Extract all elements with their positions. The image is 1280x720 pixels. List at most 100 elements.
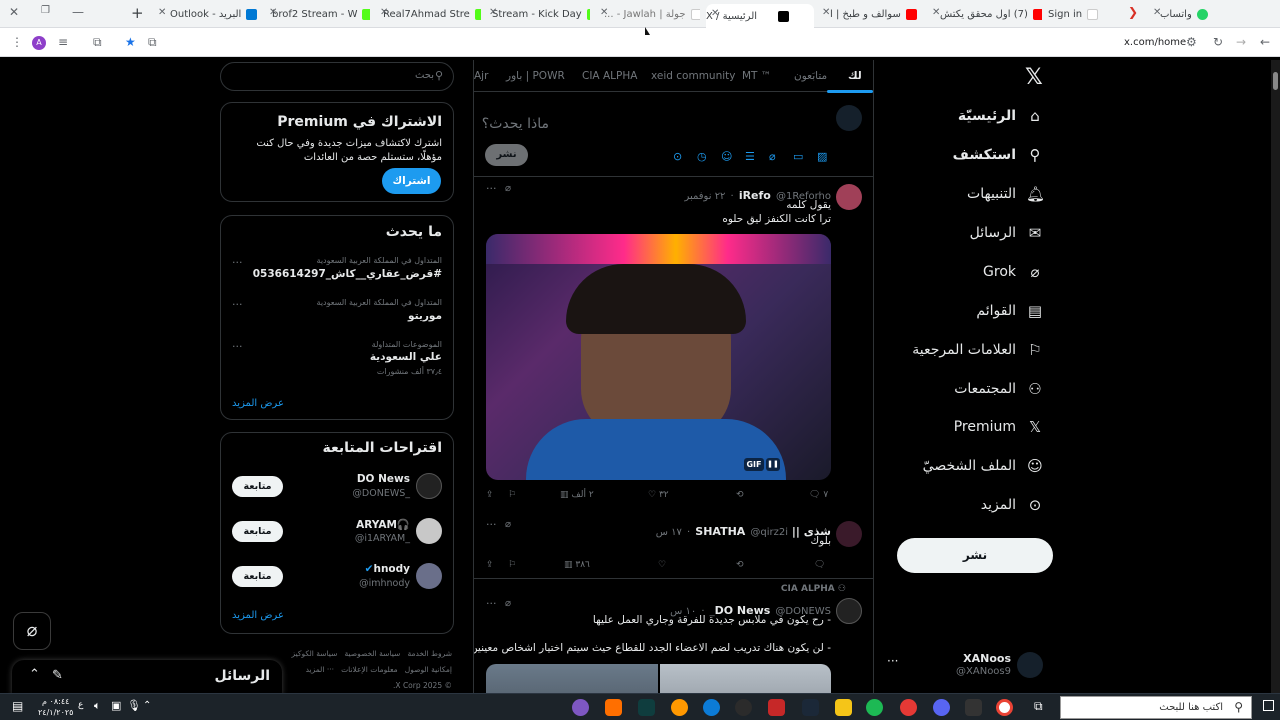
nav-explore[interactable]: استكشف ⚲ xyxy=(953,140,1044,170)
trend-topic[interactable]: موريتو xyxy=(408,310,442,322)
tab-xeid-community[interactable]: xeid community xyxy=(651,70,735,82)
tab-scroll-icon[interactable]: ❯ xyxy=(1128,5,1138,19)
footer-link[interactable]: سياسة الخصوصية xyxy=(345,649,401,658)
account-switcher[interactable]: ··· XANoos @XANoos9 xyxy=(887,650,1047,680)
edge-icon[interactable] xyxy=(703,699,720,716)
close-tab-icon[interactable]: ✕ xyxy=(269,7,277,18)
trend-more-icon[interactable]: ··· xyxy=(232,340,243,353)
install-app-icon[interactable]: ⧉ xyxy=(148,35,157,50)
repost-icon[interactable]: ⟲ xyxy=(736,560,744,570)
tweet-gif-media[interactable]: GIF ❚❚ xyxy=(486,234,831,480)
suggestion-name[interactable]: ARYAM🎧 xyxy=(356,518,410,531)
scrollbar-thumb[interactable] xyxy=(1273,72,1278,90)
suggestion-name[interactable]: DO News xyxy=(357,473,410,485)
follow-button[interactable]: متابعة xyxy=(232,476,283,497)
tab-sign-in[interactable]: Sign in xyxy=(1048,4,1116,24)
discord-icon[interactable] xyxy=(933,699,950,716)
extensions-icon[interactable]: ⧉ xyxy=(93,35,102,50)
app-icon[interactable] xyxy=(900,699,917,716)
tweet-avatar[interactable] xyxy=(836,521,862,547)
bookmark-action-icon[interactable]: ⚐ xyxy=(508,560,516,570)
close-tab-icon[interactable]: ✕ xyxy=(600,7,608,18)
messages-drawer[interactable]: الرسائل ✎ ⌃ xyxy=(12,660,282,695)
tab-youtube-1[interactable]: (7) اول محقق يكتش xyxy=(940,4,1042,24)
gif-icon[interactable]: ▭ xyxy=(793,150,803,163)
repost-icon[interactable]: ⟲ xyxy=(736,490,744,500)
tab-kick-3[interactable]: brof2 Stream - W xyxy=(272,4,370,24)
file-explorer-icon[interactable] xyxy=(835,699,852,716)
tray-chevron-icon[interactable]: ⌃ xyxy=(143,700,151,711)
tweet-time[interactable]: ١٧ س xyxy=(656,527,682,538)
restore-window-icon[interactable]: ❐ xyxy=(41,5,50,16)
tab-youtube-2[interactable]: سوالف و طبخ | ا xyxy=(830,4,932,24)
new-tab-button[interactable]: + xyxy=(131,4,144,22)
tweet-time[interactable]: ٢٢ نوفمبر xyxy=(684,191,725,202)
tweet-more-icon[interactable]: ··· xyxy=(486,597,497,610)
tweet-avatar[interactable] xyxy=(836,598,862,624)
trend-more-icon[interactable]: ··· xyxy=(232,298,243,311)
bookmark-star-icon[interactable]: ★ xyxy=(125,35,136,49)
pause-icon[interactable]: ❚❚ xyxy=(766,458,780,471)
grok-compose-icon[interactable]: ⌀ xyxy=(769,150,776,163)
search-box[interactable]: بحث ⚲ xyxy=(220,62,454,91)
language-indicator[interactable]: ع xyxy=(78,700,83,710)
site-info-icon[interactable]: ⚙ xyxy=(1186,35,1197,49)
share-icon[interactable]: ⇪ xyxy=(486,560,494,570)
new-message-icon[interactable]: ✎ xyxy=(52,668,63,683)
profile-avatar[interactable]: A xyxy=(32,36,46,50)
app-icon[interactable] xyxy=(671,699,688,716)
trends-show-more[interactable]: عرض المزيد xyxy=(232,398,284,409)
taskbar-search[interactable]: اكتب هنا للبحث ⚲ xyxy=(1060,696,1252,719)
tab-x-home[interactable]: الرئيسية / X xyxy=(706,4,814,28)
tab-kick-2[interactable]: Real7Ahmad Stre xyxy=(383,4,481,24)
subscribe-button[interactable]: اشتراك xyxy=(382,168,441,194)
expand-icon[interactable]: ⌃ xyxy=(29,667,40,682)
tab-jawlah[interactable]: جولة | Jawlah - ... xyxy=(604,4,700,24)
nav-bookmarks[interactable]: العلامات المرجعية ⚐ xyxy=(912,335,1044,365)
heart-icon[interactable]: ♡ xyxy=(658,560,666,570)
reload-icon[interactable]: ↻ xyxy=(1213,35,1223,49)
bookmark-action-icon[interactable]: ⚐ xyxy=(508,490,516,500)
tab-following[interactable]: متابَعون xyxy=(794,70,827,82)
views-action[interactable]: ▥ ٢ ألف xyxy=(560,490,594,500)
tab-kick-1[interactable]: Stream - Kick Day xyxy=(492,4,590,24)
close-tab-icon[interactable]: ✕ xyxy=(489,7,497,18)
notifications-icon[interactable]: ▤ xyxy=(12,699,23,713)
footer-link[interactable]: سياسة الكوكيز xyxy=(291,649,337,658)
tweet-avatar[interactable] xyxy=(836,184,862,210)
forward-icon[interactable]: → xyxy=(1236,35,1246,49)
spotify-icon[interactable] xyxy=(866,699,883,716)
nav-notifications[interactable]: التنبيهات 🔔︎ xyxy=(967,179,1045,209)
suggestion-avatar[interactable] xyxy=(416,473,442,499)
app-icon[interactable] xyxy=(768,699,785,716)
nav-profile[interactable]: الملف الشخصيّ ☺ xyxy=(923,451,1044,481)
publish-button[interactable]: نشر xyxy=(485,144,528,166)
tweet-more-icon[interactable]: ··· xyxy=(486,518,497,531)
app-icon[interactable] xyxy=(638,699,655,716)
follow-button[interactable]: متابعة xyxy=(232,566,283,587)
app-icon[interactable] xyxy=(572,699,589,716)
microphone-icon[interactable]: 🎙︎ xyxy=(127,699,141,712)
tweet-handle[interactable]: @qirz2i xyxy=(750,527,788,538)
chrome-icon[interactable] xyxy=(996,699,1013,716)
community-label[interactable]: CIA ALPHA ⚇ xyxy=(781,584,846,594)
poll-icon[interactable]: ☰ xyxy=(745,150,755,163)
close-tab-icon[interactable]: ✕ xyxy=(158,7,166,18)
nav-communities[interactable]: المجتمعات ⚇ xyxy=(954,374,1044,404)
follow-show-more[interactable]: عرض المزيد xyxy=(232,610,284,621)
compose-input[interactable]: ماذا يحدث؟ xyxy=(482,116,549,132)
share-icon[interactable]: ⇪ xyxy=(486,490,494,500)
close-tab-icon[interactable]: ✕ xyxy=(711,8,719,19)
grok-explain-icon[interactable]: ⌀ xyxy=(505,598,511,609)
footer-link[interactable]: معلومات الإعلانات xyxy=(341,665,397,674)
tweet-more-icon[interactable]: ··· xyxy=(486,182,497,195)
schedule-icon[interactable]: ◷ xyxy=(697,150,707,163)
grok-explain-icon[interactable]: ⌀ xyxy=(505,519,511,530)
tab-outlook[interactable]: البريد - Outlook xyxy=(170,4,260,24)
nav-more[interactable]: المزيد ⊙ xyxy=(981,490,1044,520)
reply-icon[interactable]: 🗨︎ xyxy=(814,560,825,570)
nav-grok[interactable]: Grok ⌀ xyxy=(983,257,1044,287)
trend-topic[interactable]: #قرض_عقاري__كاش_0536614297 xyxy=(253,268,442,280)
like-action[interactable]: ♡ ٣٢ xyxy=(648,490,669,500)
tab-powr[interactable]: باور | POWR xyxy=(506,70,565,82)
